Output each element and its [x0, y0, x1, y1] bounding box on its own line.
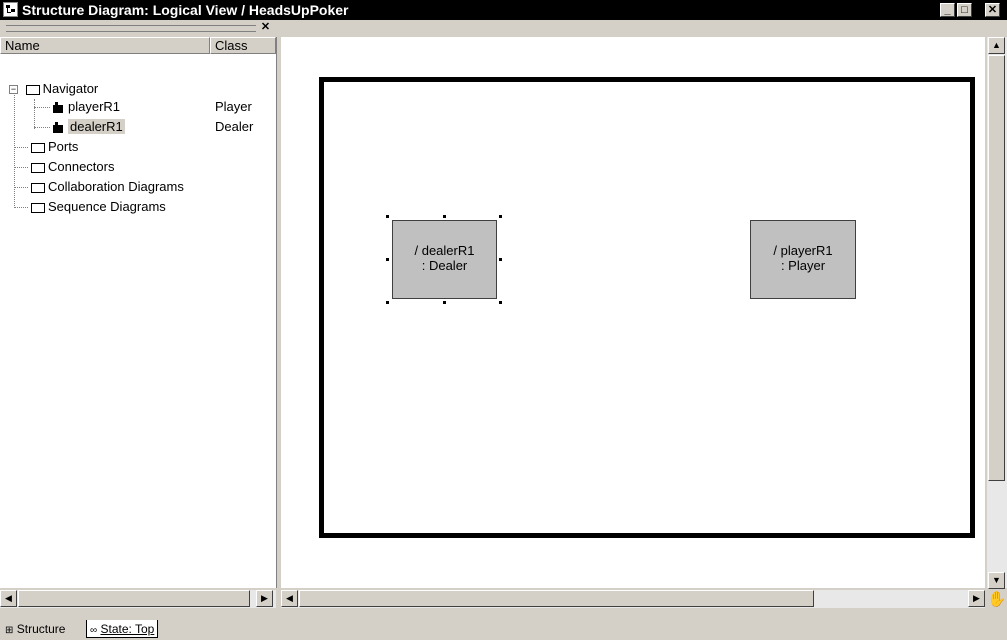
- tree-line: [14, 187, 28, 188]
- part-dealerR1[interactable]: / dealerR1 : Dealer: [392, 220, 497, 299]
- selection-handle[interactable]: [386, 301, 389, 304]
- tree-item-dealerR1[interactable]: dealerR1: [52, 118, 125, 136]
- tree-line: [14, 90, 15, 208]
- minimize-button[interactable]: _: [940, 3, 955, 17]
- tree-item-label: Sequence Diagrams: [48, 199, 166, 214]
- part-playerR1[interactable]: / playerR1 : Player: [750, 220, 856, 299]
- selection-handle[interactable]: [443, 215, 446, 218]
- folder-icon: [31, 142, 45, 153]
- tree-item-label: Navigator: [42, 81, 99, 96]
- tree-line: [34, 99, 35, 129]
- part-name: / dealerR1: [414, 243, 475, 258]
- scroll-left-button[interactable]: ◀: [281, 590, 298, 607]
- tab-structure[interactable]: ⊞ Structure: [2, 620, 68, 638]
- tree-item-label: playerR1: [68, 99, 121, 114]
- scroll-thumb[interactable]: [988, 55, 1005, 481]
- collapse-toggle-icon[interactable]: −: [9, 85, 18, 95]
- tree-item-navigator[interactable]: − Navigator: [9, 80, 98, 98]
- tree-line: [34, 127, 50, 128]
- tree-item-class: Player: [215, 99, 252, 114]
- tab-label: Structure: [16, 622, 66, 636]
- tree-item-sequence-diagrams[interactable]: Sequence Diagrams: [31, 198, 166, 216]
- tree-item-label: Ports: [48, 139, 79, 154]
- canvas-horizontal-scrollbar[interactable]: ◀ ▶: [281, 590, 985, 608]
- part-icon: [52, 101, 64, 114]
- scroll-thumb[interactable]: [18, 590, 250, 607]
- scroll-right-button[interactable]: ▶: [256, 590, 273, 607]
- tree-item-connectors[interactable]: Connectors: [31, 158, 114, 176]
- selection-handle[interactable]: [499, 258, 502, 261]
- browser-horizontal-scrollbar[interactable]: ◀ ▶: [0, 590, 276, 608]
- tab-state-top[interactable]: ∞ State: Top: [86, 620, 159, 638]
- structure-diagram-icon: [3, 2, 18, 17]
- structure-icon: ⊞: [5, 625, 14, 636]
- selection-handle[interactable]: [499, 301, 502, 304]
- part-class: : Player: [780, 258, 826, 273]
- state-icon: ∞: [90, 625, 98, 636]
- close-button[interactable]: ✕: [985, 3, 1000, 17]
- window-title: Structure Diagram: Logical View / HeadsU…: [22, 2, 349, 18]
- scroll-left-button[interactable]: ◀: [0, 590, 17, 607]
- part-class: : Dealer: [421, 258, 468, 273]
- tree-line: [14, 147, 28, 148]
- tree-item-playerR1[interactable]: playerR1: [52, 98, 120, 116]
- maximize-button[interactable]: □: [957, 3, 972, 17]
- tree-item-ports[interactable]: Ports: [31, 138, 78, 156]
- folder-icon: [31, 182, 45, 193]
- canvas-vertical-scrollbar[interactable]: ▲ ▼: [987, 37, 1007, 589]
- selection-handle[interactable]: [386, 215, 389, 218]
- tree-line: [34, 107, 50, 108]
- tab-label: State: Top: [100, 622, 155, 636]
- scroll-right-button[interactable]: ▶: [968, 590, 985, 607]
- part-icon: [52, 121, 64, 134]
- tree-line: [14, 167, 28, 168]
- folder-icon: [31, 162, 45, 173]
- tree-line: [14, 207, 28, 208]
- tree-item-label: dealerR1: [68, 119, 125, 134]
- model-browser: Name Class − Navigator playerR1 Player d…: [0, 37, 277, 588]
- diagram-canvas[interactable]: / dealerR1 : Dealer / playerR1 : Player: [281, 37, 985, 588]
- folder-icon: [31, 202, 45, 213]
- selection-handle[interactable]: [386, 258, 389, 261]
- part-name: / playerR1: [773, 243, 833, 258]
- tree-item-label: Connectors: [48, 159, 115, 174]
- structure-frame[interactable]: [319, 77, 975, 538]
- browser-pane-grip[interactable]: ✕: [0, 20, 276, 37]
- scroll-down-button[interactable]: ▼: [988, 572, 1005, 589]
- selection-handle[interactable]: [443, 301, 446, 304]
- pan-hand-icon[interactable]: ✋: [987, 590, 1007, 610]
- open-folder-icon: [25, 84, 40, 95]
- view-tabs: ⊞ Structure ∞ State: Top: [0, 620, 1007, 640]
- tree-item-class: Dealer: [215, 119, 254, 134]
- window-titlebar: Structure Diagram: Logical View / HeadsU…: [0, 0, 1007, 20]
- grip-lines: [6, 25, 256, 32]
- browser-close-button[interactable]: ✕: [259, 21, 272, 33]
- scroll-thumb[interactable]: [299, 590, 814, 607]
- tree-item-label: Collaboration Diagrams: [48, 179, 184, 194]
- column-header-class[interactable]: Class: [210, 37, 276, 54]
- scroll-up-button[interactable]: ▲: [988, 37, 1005, 54]
- selection-handle[interactable]: [499, 215, 502, 218]
- tree-item-collaboration-diagrams[interactable]: Collaboration Diagrams: [31, 178, 184, 196]
- column-header-name[interactable]: Name: [0, 37, 210, 54]
